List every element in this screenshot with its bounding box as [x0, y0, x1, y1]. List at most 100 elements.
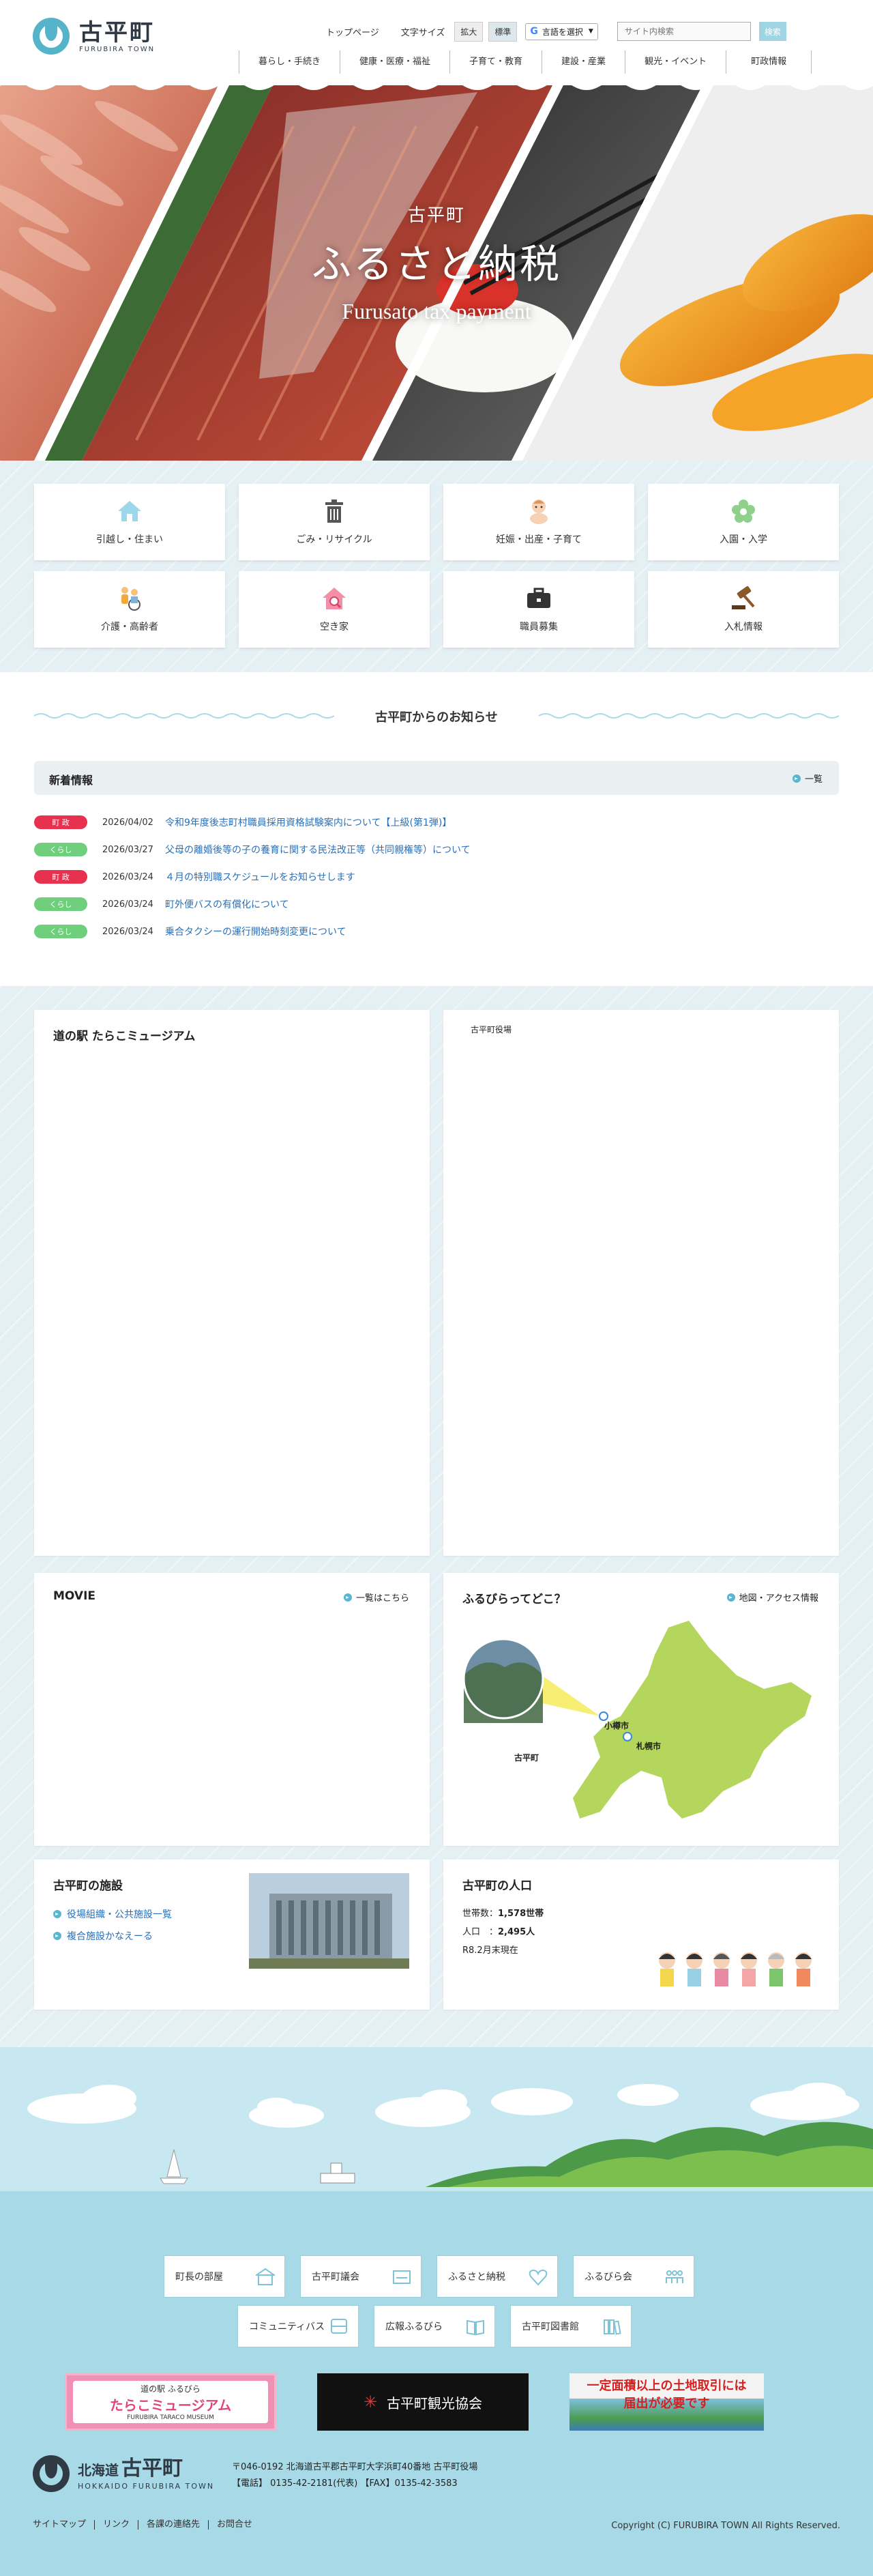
- banner1-en: FURUBIRA TARACO MUSEUM: [127, 2414, 214, 2421]
- category-school[interactable]: 入園・入学: [648, 484, 839, 560]
- footer-logo[interactable]: 北海道 古平町 HOKKAIDO FURUBIRA TOWN: [33, 2455, 214, 2492]
- category-pregnancy[interactable]: 妊娠・出産・子育て: [443, 484, 634, 560]
- facility-link-list[interactable]: 役場組織・公共施設一覧: [53, 1907, 172, 1921]
- link-community-bus[interactable]: コミュニティバス: [237, 2305, 359, 2347]
- logo-title: 古平町: [79, 18, 155, 46]
- hero-subtitle: Furusato tax payment: [342, 299, 531, 323]
- map-title: ふるびらってどこ？: [462, 1593, 566, 1606]
- banner1-top: 道の駅 ふるびら: [140, 2384, 201, 2394]
- site-header: 古平町 FURUBIRA TOWN トップページ 文字サイズ 拡大 標準 G 言…: [0, 0, 873, 85]
- heart-icon: [529, 2269, 548, 2286]
- news-item: くらし 2026/03/27 父母の離婚後等の子の養育に関する民法改正等（共同親…: [34, 836, 839, 863]
- category-recruitment[interactable]: 職員募集: [443, 571, 634, 648]
- search-input[interactable]: [617, 22, 751, 41]
- font-size-label: 文字サイズ: [400, 27, 445, 38]
- library-icon: [604, 2319, 621, 2335]
- link-mayor-room[interactable]: 町長の部屋: [164, 2255, 285, 2298]
- town-hall-icon: [256, 2268, 275, 2285]
- link-public-relations[interactable]: 広報ふるびら: [374, 2305, 495, 2347]
- link-furubira-kai[interactable]: ふるびら会: [573, 2255, 694, 2298]
- banner-taraco-museum[interactable]: 道の駅 ふるびら たらこミュージアム FURUBIRA TARACO MUSEU…: [65, 2373, 276, 2431]
- population-date: R8.2月末現在: [462, 1945, 518, 1956]
- category-badge: 町 政: [34, 870, 87, 884]
- council-icon: [393, 2270, 411, 2284]
- news-section-title: 古平町からのお知らせ: [375, 710, 498, 725]
- logo-mark-icon: [33, 18, 70, 55]
- map-access-link[interactable]: 地図・アクセス情報: [726, 1591, 818, 1604]
- nav-item-tourism[interactable]: 観光・イベント: [625, 50, 726, 74]
- category-elderly[interactable]: 介護・高齢者: [34, 571, 225, 648]
- news-date: 2026/03/24: [102, 871, 153, 882]
- arrow-circle-icon: [792, 774, 801, 783]
- movie-list-link[interactable]: 一覧はこちら: [343, 1591, 409, 1604]
- link-town-council[interactable]: 古平町議会: [300, 2255, 421, 2298]
- nav-item-government[interactable]: 町政情報: [726, 50, 812, 74]
- link-library[interactable]: 古平町図書館: [510, 2305, 632, 2347]
- footer-bottom-nav: サイトマップ リンク 各課の連絡先 お問合せ Copyright (C) FURUBI…: [33, 2519, 840, 2533]
- news-link[interactable]: 父母の離婚後等の子の養育に関する民法改正等（共同親権等）について: [165, 843, 471, 856]
- search-button[interactable]: 検索: [758, 22, 786, 41]
- people-icon: [666, 2270, 683, 2283]
- hero-banner[interactable]: 古平町 ふるさと納税 Furusato tax payment: [0, 85, 873, 461]
- movie-title: MOVIE: [53, 1589, 96, 1603]
- category-garbage[interactable]: ごみ・リサイクル: [239, 484, 430, 560]
- arrow-circle-icon: [726, 1593, 735, 1602]
- top-page-link[interactable]: トップページ: [326, 25, 379, 38]
- news-header-bar: 新着情報 一覧: [34, 761, 839, 795]
- category-bidding[interactable]: 入札情報: [648, 571, 839, 648]
- house-icon: [117, 498, 143, 524]
- footer-area: 町長の部屋 古平町議会 ふるさと納税 ふるびら会 コミュニティバス 広報ふるびら…: [0, 2047, 873, 2576]
- google-icon: G: [530, 26, 538, 37]
- category-vacant-house[interactable]: 空き家: [239, 571, 430, 648]
- news-date: 2026/03/24: [102, 926, 153, 937]
- map-panel: ふるびらってどこ？ 地図・アクセス情報 古平町 小樽市 札幌市: [443, 1573, 839, 1846]
- link-links[interactable]: リンク: [94, 2520, 138, 2530]
- font-standard-button[interactable]: 標準: [488, 21, 518, 42]
- news-item: くらし 2026/03/24 乗合タクシーの運行開始時刻変更について: [34, 918, 839, 945]
- map-label-otaru: 小樽市: [604, 1721, 630, 1731]
- link-furusato-tax[interactable]: ふるさと納税: [436, 2255, 558, 2298]
- link-inquiry[interactable]: お問合せ: [208, 2520, 261, 2530]
- banner-land-transaction[interactable]: 一定面積以上の土地取引には 届出が必要です: [569, 2373, 764, 2431]
- link-sitemap[interactable]: サイトマップ: [33, 2520, 94, 2530]
- households-row: 世帯数：1,578世帯: [462, 1909, 544, 1919]
- nav-item-childcare[interactable]: 子育て・教育: [449, 50, 542, 74]
- language-select[interactable]: G 言語を選択 ▼: [525, 23, 598, 40]
- news-link[interactable]: 乗合タクシーの運行開始時刻変更について: [165, 925, 346, 938]
- baby-icon: [526, 498, 552, 524]
- news-link[interactable]: ４月の特別職スケジュールをお知らせします: [165, 870, 355, 884]
- banner-tourism-association[interactable]: ✳ 古平町観光協会: [317, 2373, 529, 2431]
- office-title: 古平町役場: [471, 1025, 512, 1034]
- office-building-photo: [249, 1873, 409, 1969]
- logo-subtitle: FURUBIRA TOWN: [79, 45, 156, 53]
- map-label-furubira: 古平町: [514, 1753, 539, 1763]
- flower-icon: [730, 498, 756, 524]
- population-panel: 古平町の人口 世帯数：1,578世帯 人口 ：2,495人 R8.2月末現在: [443, 1859, 839, 2010]
- category-badge: 町 政: [34, 815, 87, 829]
- briefcase-icon: [526, 585, 552, 611]
- news-list-link[interactable]: 一覧: [792, 772, 823, 785]
- category-grid: 引越し・住まい ごみ・リサイクル 妊娠・出産・子育て 入園・入学 介護・高齢者 …: [34, 484, 839, 648]
- nav-item-construction[interactable]: 建設・産業: [542, 50, 625, 74]
- category-badge: くらし: [34, 925, 87, 938]
- news-link[interactable]: 令和9年度後志町村職員採用資格試験案内について【上級(第1弾)】: [165, 815, 452, 829]
- facility-link-kanaeru[interactable]: 複合施設かなえーる: [53, 1929, 153, 1943]
- language-label: 言語を選択: [542, 27, 583, 37]
- nav-item-life[interactable]: 暮らし・手続き: [239, 50, 340, 74]
- population-title: 古平町の人口: [462, 1879, 532, 1893]
- news-date: 2026/03/24: [102, 899, 153, 910]
- news-item: 町 政 2026/03/24 ４月の特別職スケジュールをお知らせします: [34, 863, 839, 891]
- font-enlarge-button[interactable]: 拡大: [454, 21, 484, 42]
- nav-item-health[interactable]: 健康・医療・福祉: [340, 50, 449, 74]
- hero-title: ふるさと納税: [311, 241, 561, 287]
- residents-illustration: [659, 1952, 812, 1986]
- site-logo[interactable]: 古平町 FURUBIRA TOWN: [33, 18, 155, 55]
- news-date: 2026/04/02: [102, 817, 153, 828]
- tourism-logo-icon: ✳: [363, 2392, 378, 2412]
- news-link[interactable]: 町外便バスの有償化について: [165, 897, 289, 911]
- map-label-sapporo: 札幌市: [636, 1741, 662, 1751]
- link-contacts[interactable]: 各課の連絡先: [138, 2520, 208, 2530]
- category-moving[interactable]: 引越し・住まい: [34, 484, 225, 560]
- movie-panel: MOVIE 一覧はこちら: [34, 1573, 430, 1846]
- news-section: 古平町からのお知らせ 新着情報 一覧 町 政 2026/04/02 令和9年度後…: [0, 672, 873, 986]
